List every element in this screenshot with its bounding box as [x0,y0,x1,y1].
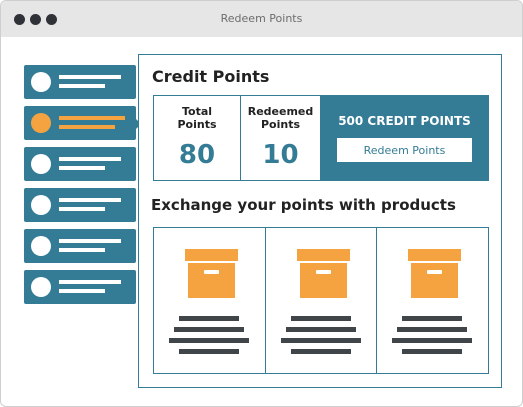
title-bar: Redeem Points [1,1,522,37]
redeem-points-button[interactable]: Redeem Points [337,138,472,162]
product-card[interactable] [266,228,377,373]
product-card[interactable] [154,228,266,373]
product-card[interactable] [377,228,488,373]
text-placeholder [281,338,361,343]
text-placeholder [174,327,244,332]
text-placeholder [169,338,249,343]
text-placeholder [402,349,462,354]
redeemed-points-label: Redeemed Points [247,105,314,131]
sidebar-item-active[interactable] [24,106,136,140]
box-icon [185,249,238,298]
box-icon [408,249,461,298]
text-placeholder [392,338,472,343]
avatar-icon [31,236,51,256]
text-placeholder [59,84,105,88]
text-placeholder [59,75,121,79]
total-points-stat: Total Points 80 [154,96,241,180]
sidebar-item[interactable] [24,229,136,263]
text-placeholder [291,316,351,321]
text-placeholder [397,327,467,332]
product-grid [153,227,489,374]
text-placeholder [59,157,121,161]
total-points-value: 80 [178,140,216,170]
credit-points-text: 500 CREDIT POINTS [338,114,471,128]
avatar-icon [31,277,51,297]
text-placeholder [59,248,105,252]
redeemed-points-stat: Redeemed Points 10 [241,96,321,180]
text-placeholder [179,316,239,321]
avatar-icon [31,72,51,92]
text-placeholder [402,316,462,321]
sidebar-item[interactable] [24,65,136,99]
text-placeholder [291,349,351,354]
text-placeholder [59,116,125,120]
text-placeholder [286,327,356,332]
text-placeholder [59,280,121,284]
sidebar-item[interactable] [24,147,136,181]
avatar-icon [31,113,51,133]
section-title: Exchange your points with products [151,196,456,214]
text-placeholder [59,239,121,243]
sidebar-item[interactable] [24,270,136,304]
text-placeholder [59,166,105,170]
credit-points-box: 500 CREDIT POINTS Redeem Points [321,96,488,180]
text-placeholder [59,125,115,129]
avatar-icon [31,154,51,174]
credit-points-panel: Credit Points Total Points 80 Redeemed P… [138,54,502,388]
redeemed-points-value: 10 [262,140,299,170]
text-placeholder [179,349,239,354]
text-placeholder [59,198,121,202]
total-points-label: Total Points [177,105,217,131]
window-title: Redeem Points [220,12,303,25]
text-placeholder [59,289,105,293]
points-summary: Total Points 80 Redeemed Points 10 500 C… [153,95,489,181]
panel-title: Credit Points [152,67,270,86]
text-placeholder [59,207,105,211]
sidebar-item[interactable] [24,188,136,222]
app-window: Redeem Points Credit Points Total Points… [0,0,523,407]
box-icon [297,249,350,298]
avatar-icon [31,195,51,215]
